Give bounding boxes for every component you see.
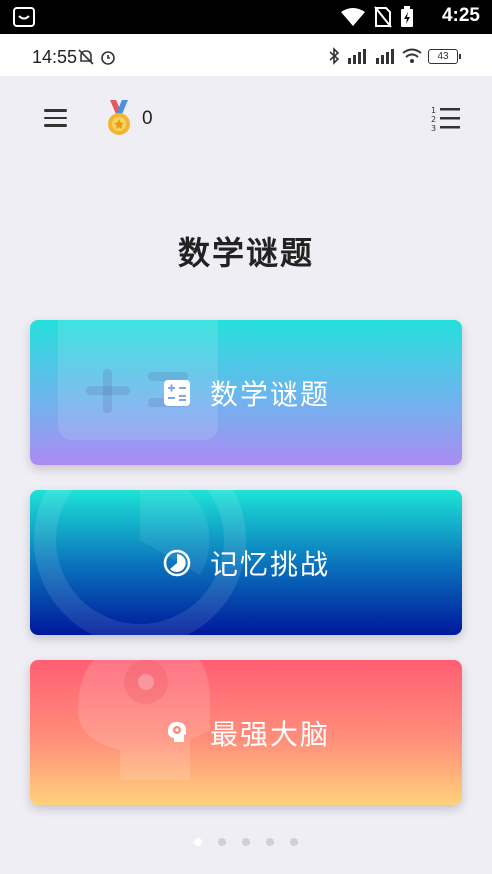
battery-indicator: 43	[428, 48, 461, 64]
page-dot[interactable]	[242, 838, 250, 846]
system-icons	[340, 6, 414, 28]
alarm-icon	[101, 51, 115, 65]
system-status-bar: 4:25	[0, 0, 492, 34]
card-content: 最强大脑	[30, 660, 462, 805]
card-label: 最强大脑	[209, 717, 330, 751]
wifi-icon-small	[402, 48, 422, 63]
status-left-icons	[77, 48, 117, 66]
medal-icon	[108, 100, 130, 135]
svg-text:2: 2	[431, 115, 436, 124]
page-dot[interactable]	[290, 838, 298, 846]
card-label: 记忆挑战	[209, 547, 330, 581]
calculator-icon	[163, 379, 190, 406]
device-status-bar: 14:55 43	[0, 34, 492, 76]
page-dot[interactable]	[266, 838, 274, 846]
math-puzzle-card[interactable]: 数学谜题	[30, 320, 462, 465]
super-brain-card[interactable]: 最强大脑	[30, 660, 462, 805]
system-time: 4:25	[441, 5, 480, 26]
page-dot[interactable]	[194, 838, 202, 846]
brain-gear-icon	[167, 721, 186, 742]
wifi-icon	[341, 8, 365, 26]
card-label: 数学谜题	[209, 377, 330, 411]
bluetooth-icon	[329, 47, 340, 65]
page-title: 数学谜题	[177, 234, 314, 272]
menu-button[interactable]	[44, 104, 76, 132]
svg-text:1: 1	[431, 106, 436, 115]
menu-icon-line	[44, 116, 67, 120]
svg-text:3: 3	[431, 124, 436, 133]
signal-hd-icon-2	[376, 49, 394, 64]
menu-icon-line	[44, 109, 67, 112]
score-value: 0	[142, 108, 153, 129]
page-dot[interactable]	[218, 838, 226, 846]
mute-bell-icon	[78, 49, 94, 65]
no-sim-icon	[374, 6, 392, 28]
card-content: 数学谜题	[30, 320, 462, 465]
card-content: 记忆挑战	[30, 490, 462, 635]
memory-challenge-card[interactable]: 记忆挑战	[30, 490, 462, 635]
notification-app-icon	[13, 7, 35, 27]
menu-icon-line	[44, 124, 67, 127]
signal-hd-icon	[348, 49, 366, 64]
clock-icon	[163, 549, 191, 576]
battery-charging-icon	[401, 6, 413, 27]
status-right-icons: 43	[328, 47, 461, 65]
app-header: 0 1 2 3	[0, 76, 492, 162]
page-indicator	[0, 838, 492, 846]
status-time: 14:55	[32, 47, 78, 67]
ranked-list-icon[interactable]: 1 2 3	[430, 104, 462, 134]
